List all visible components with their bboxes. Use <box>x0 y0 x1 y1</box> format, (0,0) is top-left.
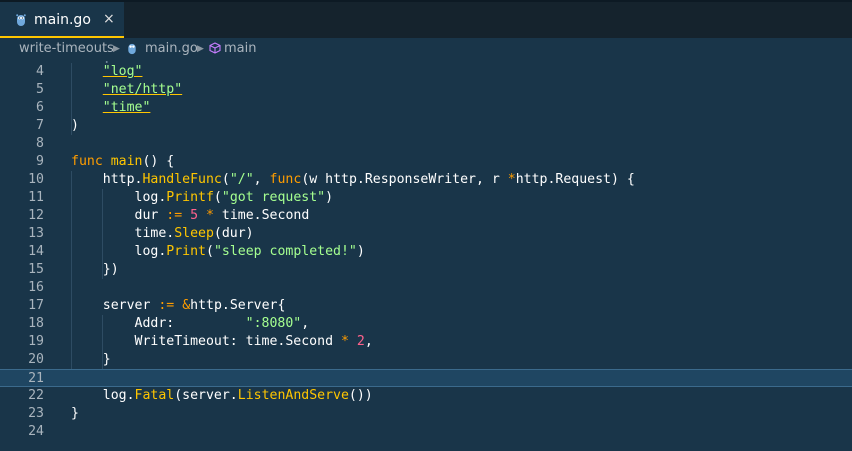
code-line[interactable]: 9 func main() { <box>0 153 852 171</box>
code-text: log.Print("sleep completed!") <box>71 244 365 259</box>
code-line[interactable]: 8 <box>0 135 852 153</box>
code-text: WriteTimeout: time.Second * 2, <box>71 334 373 349</box>
code-text: server := &http.Server{ <box>71 298 286 313</box>
code-text: dur := 5 * time.Second <box>71 208 310 223</box>
code-line[interactable]: 19 WriteTimeout: time.Second * 2, <box>0 333 852 351</box>
line-number: 17 <box>28 298 44 313</box>
breadcrumb-folder[interactable]: write-timeouts <box>19 41 114 56</box>
code-line[interactable]: 21 <box>0 369 852 387</box>
code-line[interactable]: 4 "log" <box>0 63 852 81</box>
code-text: } <box>71 406 79 421</box>
code-line[interactable]: 10 http.HandleFunc("/", func(w http.Resp… <box>0 171 852 189</box>
line-number: 11 <box>28 190 44 205</box>
code-line[interactable]: 5 "net/http" <box>0 81 852 99</box>
line-number: 18 <box>28 316 44 331</box>
code-text: "time" <box>102 100 151 115</box>
code-line[interactable]: 14 log.Print("sleep completed!") <box>0 243 852 261</box>
line-number: 22 <box>28 388 44 403</box>
line-number: 13 <box>28 226 44 241</box>
code-line[interactable]: 20 } <box>0 351 852 369</box>
code-line[interactable]: 6 "time" <box>0 99 852 117</box>
tab-bar: main.go × <box>0 0 852 38</box>
code-editor[interactable]: . 4 "log"5 "net/http"6 "time"7)89func ma… <box>0 60 852 451</box>
code-line[interactable]: 22 log.Fatal(server.ListenAndServe()) <box>0 387 852 405</box>
chevron-right-icon: ▶ <box>113 44 120 54</box>
line-number: 19 <box>28 334 44 349</box>
cube-symbol-icon <box>209 42 221 58</box>
code-text: }) <box>71 262 119 277</box>
line-number: 5 <box>36 82 44 97</box>
line-number: 21 <box>28 371 44 386</box>
close-icon[interactable]: × <box>103 11 115 27</box>
line-number: 14 <box>28 244 44 259</box>
code-text: "net/http" <box>102 82 183 97</box>
go-gopher-icon <box>16 12 26 31</box>
code-line[interactable]: 11 log.Printf("got request") <box>0 189 852 207</box>
line-number: 4 <box>36 64 44 79</box>
tab-label: main.go <box>34 12 91 28</box>
code-text: log.Printf("got request") <box>71 190 334 205</box>
code-line[interactable]: 12 dur := 5 * time.Second <box>0 207 852 225</box>
line-number: 12 <box>28 208 44 223</box>
code-text: "log" <box>102 64 143 79</box>
code-line[interactable]: 7) <box>0 117 852 135</box>
line-number: 7 <box>36 118 44 133</box>
line-number: 6 <box>36 100 44 115</box>
code-line[interactable]: 13 time.Sleep(dur) <box>0 225 852 243</box>
breadcrumb-file[interactable]: main.go <box>145 41 198 56</box>
code-text: http.HandleFunc("/", func(w http.Respons… <box>71 172 635 187</box>
breadcrumb-symbol[interactable]: main <box>224 41 256 56</box>
line-number: 10 <box>28 172 44 187</box>
code-text: Addr: ":8080", <box>71 316 310 331</box>
line-number: 15 <box>28 262 44 277</box>
code-text: } <box>71 352 111 367</box>
code-line[interactable]: 17 server := &http.Server{ <box>0 297 852 315</box>
breadcrumb: write-timeouts ▶ main.go ▶ main <box>0 38 852 60</box>
line-number: 23 <box>28 406 44 421</box>
code-line[interactable]: 24 <box>0 423 852 441</box>
line-number: 16 <box>28 280 44 295</box>
code-line[interactable]: 18 Addr: ":8080", <box>0 315 852 333</box>
code-line[interactable]: 16 <box>0 279 852 297</box>
code-text: time.Sleep(dur) <box>71 226 254 241</box>
code-line[interactable]: 15 }) <box>0 261 852 279</box>
line-number: 24 <box>28 424 44 439</box>
code-text: log.Fatal(server.ListenAndServe()) <box>71 388 373 403</box>
line-number: 20 <box>28 352 44 367</box>
tab-main-go[interactable]: main.go × <box>0 2 124 38</box>
code-text: ) <box>71 118 79 133</box>
code-line[interactable]: 23} <box>0 405 852 423</box>
line-number: 9 <box>36 154 44 169</box>
line-number: 8 <box>36 136 44 151</box>
code-text: func main() { <box>71 154 175 169</box>
go-file-icon <box>127 42 137 59</box>
chevron-right-icon: ▶ <box>197 44 204 54</box>
